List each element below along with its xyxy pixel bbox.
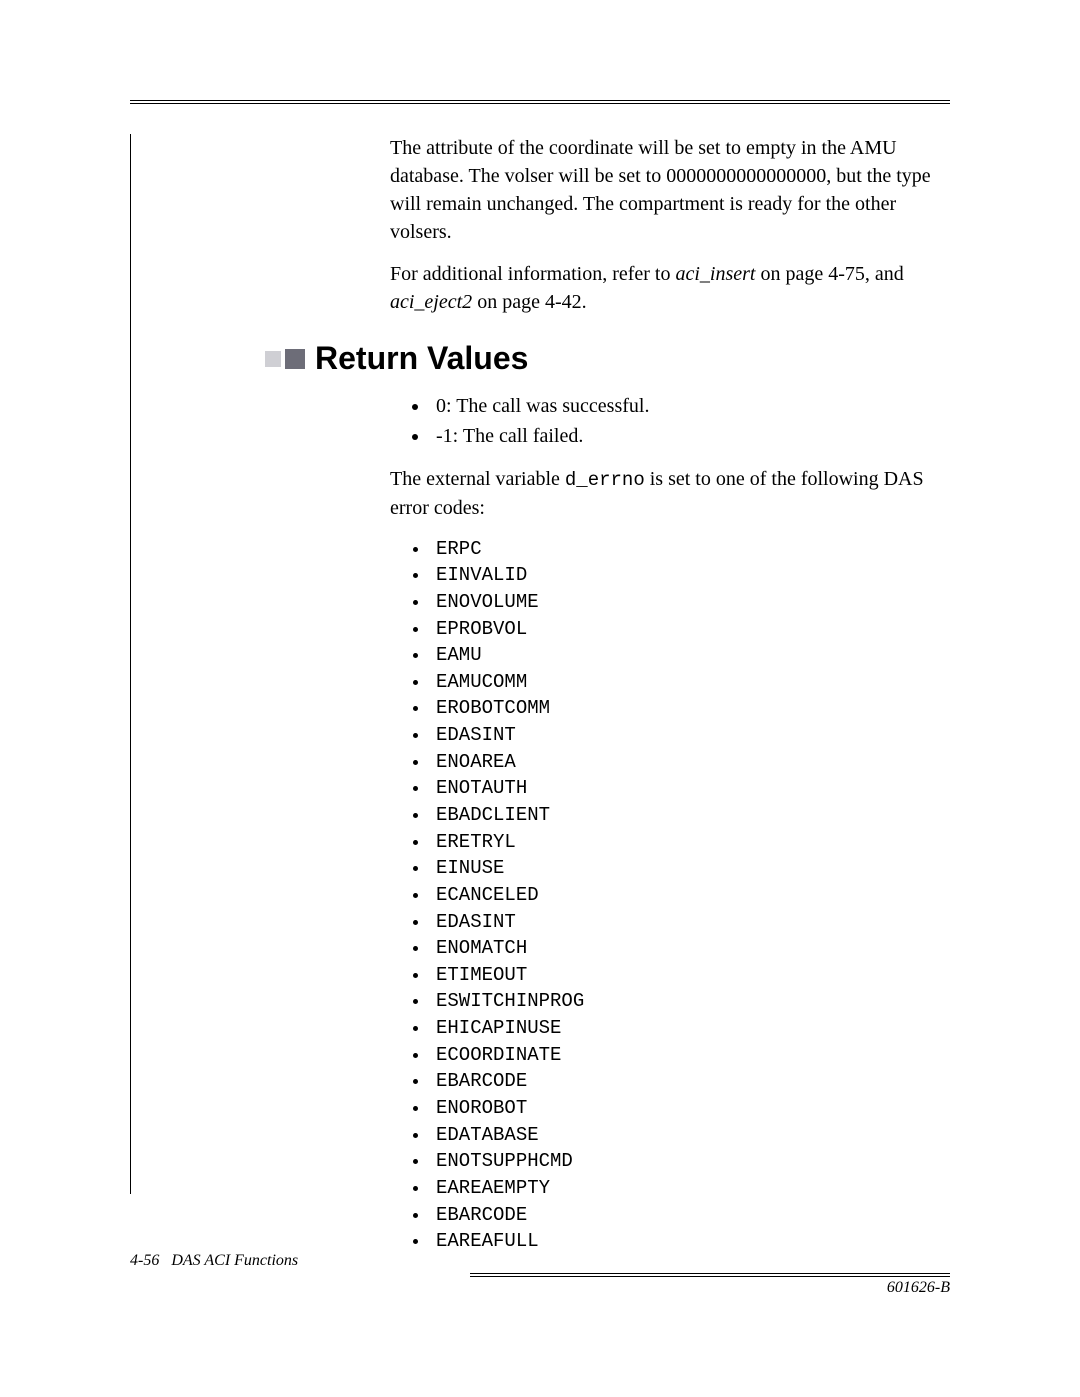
error-code-item: EBARCODE xyxy=(430,1068,950,1095)
intro-para-2-a: For additional information, refer to xyxy=(390,263,675,285)
intro-para-2-c: on page 4-42. xyxy=(472,291,586,313)
error-code-item: EINVALID xyxy=(430,562,950,589)
intro-para-2: For additional information, refer to aci… xyxy=(390,260,950,316)
section-heading-wrap: Return Values xyxy=(265,340,950,377)
ref-aci-insert: aci_insert xyxy=(675,263,755,285)
return-value-item: -1: The call failed. xyxy=(430,421,950,451)
footer-right: 601626-B xyxy=(130,1279,950,1297)
footer-chapter-title: DAS ACI Functions xyxy=(171,1252,298,1269)
error-code-item: EPROBVOL xyxy=(430,616,950,643)
heading-block-icon-light xyxy=(265,351,281,367)
ref-aci-eject2: aci_eject2 xyxy=(390,291,472,313)
error-code-item: EBARCODE xyxy=(430,1202,950,1229)
intro-para-1: The attribute of the coordinate will be … xyxy=(390,134,950,246)
section-heading: Return Values xyxy=(315,340,528,377)
return-values-list: 0: The call was successful. -1: The call… xyxy=(430,391,950,451)
error-code-item: ETIMEOUT xyxy=(430,962,950,989)
footer-left: 4-56 DAS ACI Functions xyxy=(130,1252,950,1270)
page-footer: 4-56 DAS ACI Functions 601626-B xyxy=(130,1252,950,1297)
heading-block-icon-dark xyxy=(285,349,305,369)
error-code-item: ENOMATCH xyxy=(430,935,950,962)
error-code-item: EDASINT xyxy=(430,722,950,749)
error-code-item: ESWITCHINPROG xyxy=(430,988,950,1015)
errno-intro: The external variable d_errno is set to … xyxy=(390,465,950,522)
footer-rule xyxy=(470,1273,950,1277)
error-code-item: EHICAPINUSE xyxy=(430,1015,950,1042)
footer-page-number: 4-56 xyxy=(130,1252,159,1269)
error-code-item: ERETRYL xyxy=(430,829,950,856)
error-code-item: EDATABASE xyxy=(430,1122,950,1149)
error-code-item: EAREAEMPTY xyxy=(430,1175,950,1202)
error-code-item: ERPC xyxy=(430,536,950,563)
error-code-item: EINUSE xyxy=(430,855,950,882)
intro-para-2-b: on page 4-75, and xyxy=(755,263,903,285)
error-code-item: ENOTAUTH xyxy=(430,775,950,802)
error-code-item: EAMUCOMM xyxy=(430,669,950,696)
error-code-item: ENOVOLUME xyxy=(430,589,950,616)
error-code-item: EROBOTCOMM xyxy=(430,695,950,722)
return-value-item: 0: The call was successful. xyxy=(430,391,950,421)
error-code-item: ECOORDINATE xyxy=(430,1042,950,1069)
section-vertical-rule xyxy=(130,134,131,1194)
errno-intro-a: The external variable xyxy=(390,468,565,490)
error-code-item: EAMU xyxy=(430,642,950,669)
errno-code: d_errno xyxy=(565,469,645,491)
error-code-item: EAREAFULL xyxy=(430,1228,950,1255)
error-code-item: ECANCELED xyxy=(430,882,950,909)
error-code-item: ENOTSUPPHCMD xyxy=(430,1148,950,1175)
top-rule xyxy=(130,100,950,104)
error-code-item: ENOROBOT xyxy=(430,1095,950,1122)
error-code-item: EDASINT xyxy=(430,909,950,936)
error-code-item: EBADCLIENT xyxy=(430,802,950,829)
error-code-item: ENOAREA xyxy=(430,749,950,776)
error-codes-list: ERPC EINVALID ENOVOLUME EPROBVOL EAMU EA… xyxy=(430,536,950,1255)
